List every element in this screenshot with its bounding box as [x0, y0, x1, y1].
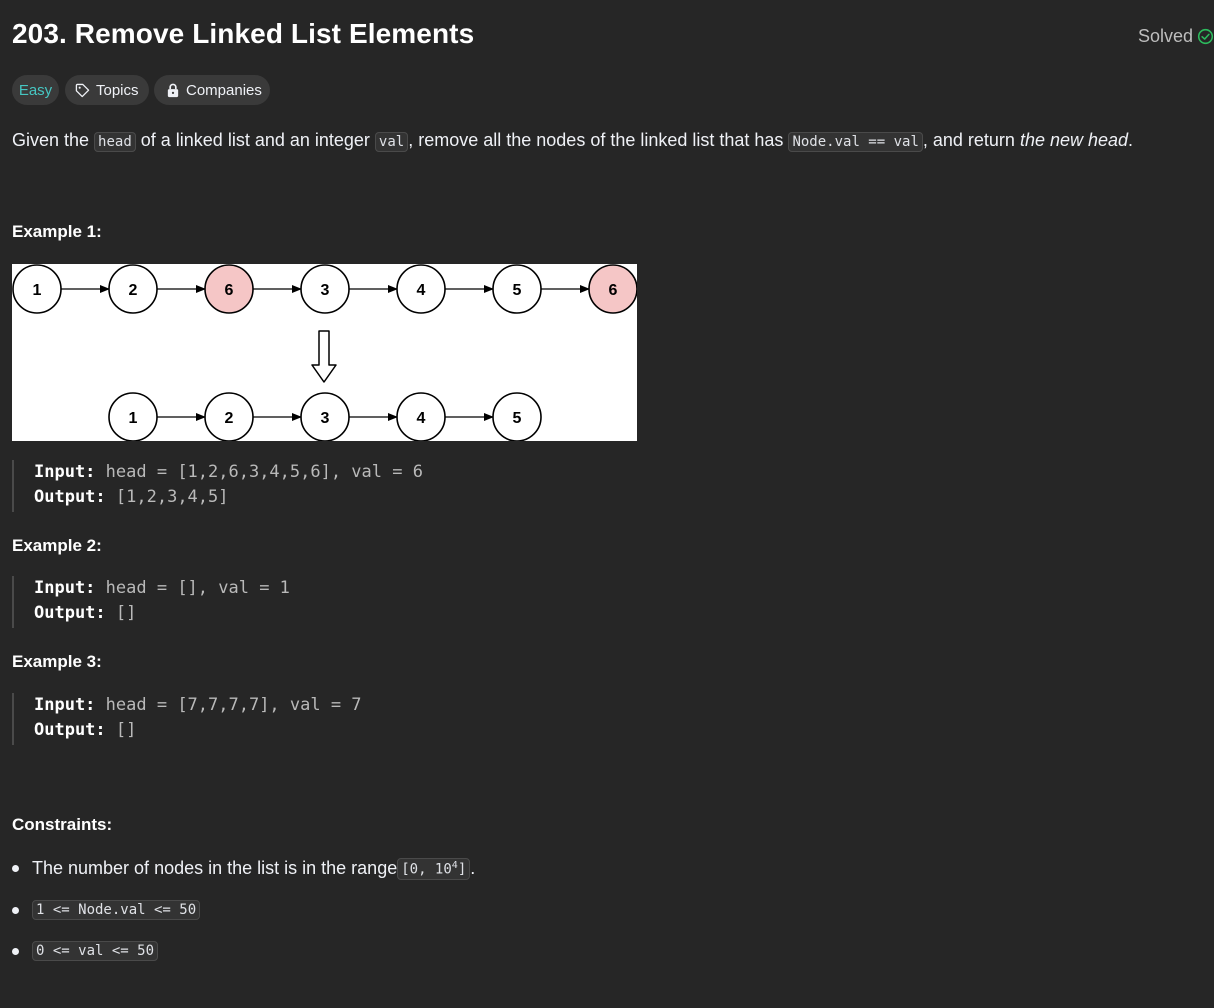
before-list: 1 2 6 3 4 5 6	[12, 264, 637, 314]
input-label: Input:	[34, 695, 96, 715]
linked-list-diagram: 1 2 6 3 4 5 6 1 2 3 4 5	[12, 264, 637, 441]
code-part: [0, 10	[401, 861, 452, 878]
after-list: 1 2 3 4 5	[108, 392, 542, 441]
example-2-io: Input: head = [], val = 1 Output: []	[12, 576, 290, 628]
inline-code-condition: Node.val == val	[788, 132, 923, 152]
topics-button[interactable]: Topics	[65, 75, 149, 105]
bullet	[12, 865, 19, 873]
example-3-heading: Example 3:	[12, 652, 102, 671]
input-value: head = [], val = 1	[105, 578, 290, 598]
input-value: head = [7,7,7,7], val = 7	[105, 695, 362, 715]
desc-text: .	[1128, 130, 1134, 150]
inline-code-head: head	[94, 132, 136, 152]
constraint-item: 1 <= Node.val <= 50	[12, 900, 201, 920]
inline-code-val: val	[374, 132, 409, 152]
before-node-value: 6	[609, 282, 618, 299]
desc-text: Given the	[12, 130, 95, 150]
after-node-value: 1	[129, 410, 138, 427]
example-1-io: Input: head = [1,2,6,3,4,5,6], val = 6 O…	[12, 460, 423, 512]
constraint-text: .	[470, 858, 476, 879]
after-node-value: 5	[513, 410, 522, 427]
before-node-value: 5	[513, 282, 522, 299]
output-value: []	[115, 720, 137, 740]
desc-text: of a linked list and an integer	[135, 130, 375, 150]
constraints-heading: Constraints:	[12, 815, 113, 834]
desc-text: , and return	[922, 130, 1020, 150]
input-value: head = [1,2,6,3,4,5,6], val = 6	[105, 462, 423, 482]
constraint-code: 1 <= Node.val <= 50	[32, 900, 201, 920]
example-2-heading: Example 2:	[12, 536, 102, 555]
after-node-value: 4	[417, 410, 426, 427]
input-label: Input:	[34, 462, 96, 482]
topics-label: Topics	[96, 81, 139, 99]
difficulty-badge: Easy	[12, 75, 59, 105]
example-1-heading: Example 1:	[12, 222, 102, 241]
page-title: 203. Remove Linked List Elements	[12, 18, 475, 49]
solved-label: Solved	[1137, 26, 1193, 46]
before-node-value: 3	[321, 282, 330, 299]
code-part: ]	[457, 861, 467, 878]
output-label: Output:	[34, 720, 106, 740]
bullet	[12, 906, 19, 914]
after-node-value: 2	[225, 410, 234, 427]
down-arrow-icon	[311, 330, 337, 383]
problem-description: Given the head of a linked list and an i…	[12, 127, 1133, 155]
constraint-code: 0 <= val <= 50	[32, 941, 159, 961]
companies-label: Companies	[186, 81, 262, 99]
constraint-item: The number of nodes in the list is in th…	[12, 858, 475, 880]
after-node-value: 3	[321, 410, 330, 427]
output-label: Output:	[34, 603, 106, 623]
constraint-item: 0 <= val <= 50	[12, 941, 159, 961]
lock-icon	[167, 83, 179, 97]
solved-status: Solved	[1138, 26, 1214, 47]
constraint-text: The number of nodes in the list is in th…	[32, 858, 398, 879]
input-label: Input:	[34, 578, 96, 598]
companies-button[interactable]: Companies	[154, 75, 270, 105]
before-node-value: 4	[417, 282, 426, 299]
output-value: []	[115, 603, 137, 623]
before-node-value: 2	[129, 282, 138, 299]
before-node-value: 1	[33, 282, 42, 299]
constraint-code: [0, 104]	[397, 858, 471, 880]
check-circle-icon	[1197, 28, 1214, 45]
before-node-value: 6	[225, 282, 234, 299]
bullet	[12, 947, 19, 955]
tag-icon	[75, 83, 90, 97]
example-3-io: Input: head = [7,7,7,7], val = 7 Output:…	[12, 693, 362, 745]
desc-text: , remove all the nodes of the linked lis…	[408, 130, 789, 150]
desc-emphasis: the new head	[1019, 130, 1129, 150]
output-label: Output:	[34, 487, 106, 507]
output-value: [1,2,3,4,5]	[115, 487, 229, 507]
